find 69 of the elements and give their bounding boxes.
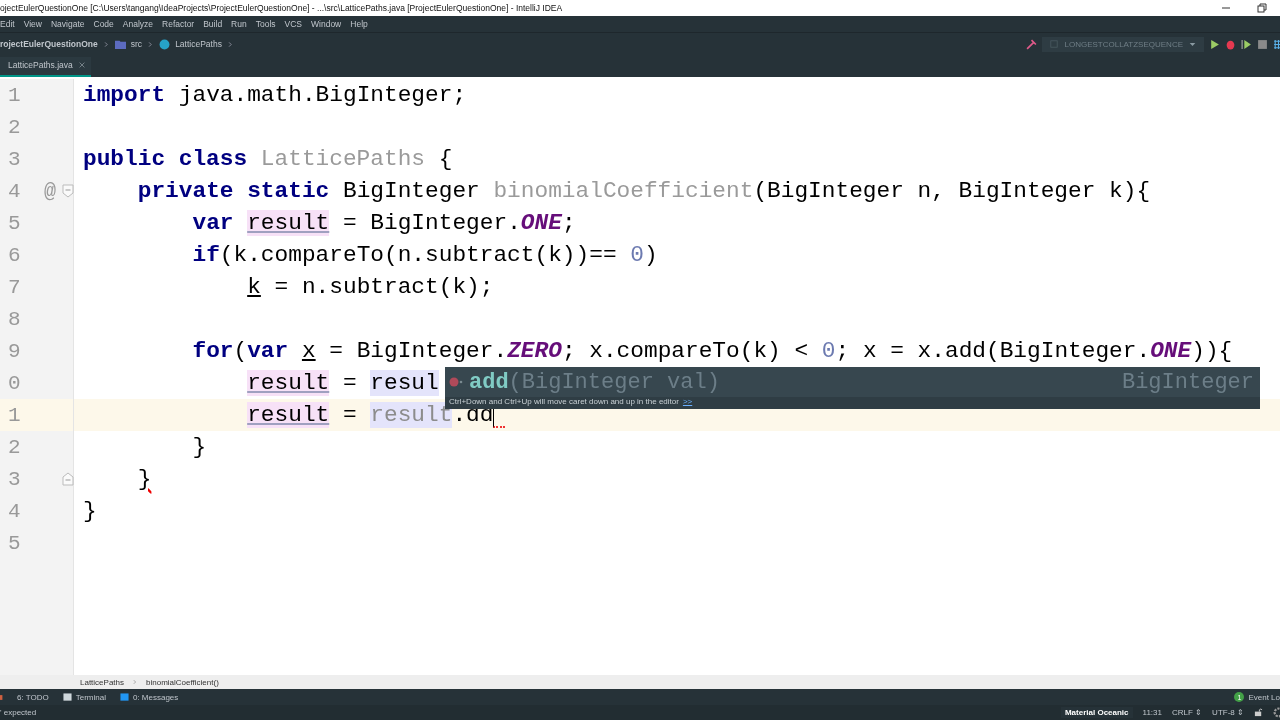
folder-crumb[interactable]: src bbox=[130, 39, 143, 49]
code-line: result = resul bbox=[246, 370, 439, 396]
line-number: 3 bbox=[7, 467, 22, 491]
code-line: public class LatticePaths { bbox=[82, 146, 453, 172]
menu-item[interactable]: Analyze bbox=[122, 19, 154, 29]
hint-link[interactable]: >> bbox=[682, 397, 693, 406]
caret-icon bbox=[1189, 40, 1196, 48]
theme-label[interactable]: Material Oceanic bbox=[1060, 707, 1133, 718]
line-number: 4 bbox=[7, 179, 22, 203]
line-number: 7 bbox=[7, 275, 22, 299]
terminal-icon bbox=[62, 692, 72, 702]
code-line: if(k.compareTo(n.subtract(k))== 0) bbox=[191, 242, 658, 268]
menu-item[interactable]: Navigate bbox=[50, 19, 85, 29]
code-line: import java.math.BigInteger; bbox=[82, 82, 467, 108]
line-number: 5 bbox=[7, 211, 22, 235]
message-icon bbox=[119, 692, 129, 702]
line-number: 3 bbox=[7, 147, 22, 171]
folder-icon bbox=[114, 38, 126, 50]
line-number: 9 bbox=[7, 339, 22, 363]
code-line: private static BigInteger binomialCoefficient(BigInteger n, BigInteger k){ bbox=[136, 178, 1151, 204]
tool-window-tab[interactable]: 0: Messages bbox=[119, 692, 179, 702]
menu-item[interactable]: Edit bbox=[0, 19, 15, 29]
menu-item[interactable]: Run bbox=[231, 19, 247, 29]
caret-position[interactable]: 11:31 bbox=[1142, 708, 1162, 717]
line-separator[interactable]: CRLF ⇕ bbox=[1172, 708, 1203, 717]
breadcrumb[interactable]: binomialCoefficient() bbox=[146, 677, 219, 687]
completion-item[interactable]: add(BigInteger val) BigInteger bbox=[445, 367, 1260, 397]
tool-window-tab[interactable]: 6: TODO bbox=[17, 692, 49, 702]
menu-item[interactable]: VCS bbox=[284, 19, 303, 29]
window-title: ojectEulerQuestionOne [C:\Users\tangang\IdeaProjects\ProjectEulerQuestionOne] - ...\src\LatticePaths.java [ProjectEulerQuestionOne] - IntelliJ IDEA bbox=[0, 3, 564, 13]
menu-item[interactable]: Help bbox=[350, 19, 368, 29]
code-line: for(var x = BigInteger.ZERO; x.compareTo(k) < 0; x = x.add(BigInteger.ONE)){ bbox=[191, 338, 1233, 364]
line-number: 1 bbox=[7, 403, 22, 427]
line-number: 1 bbox=[7, 83, 22, 107]
code-line: } bbox=[191, 434, 207, 460]
code-line: k = n.subtract(k); bbox=[246, 274, 494, 300]
menu-item[interactable]: Build bbox=[203, 19, 223, 29]
line-number: 6 bbox=[7, 243, 22, 267]
hammer-icon[interactable] bbox=[1026, 38, 1038, 50]
line-number: 8 bbox=[7, 307, 22, 331]
breadcrumb[interactable]: LatticePaths bbox=[80, 677, 125, 687]
line-number: 5 bbox=[7, 531, 22, 555]
tool-window-tab[interactable]: Terminal bbox=[62, 692, 106, 702]
line-number: 4 bbox=[7, 499, 22, 523]
lock-icon[interactable] bbox=[1254, 707, 1263, 718]
class-crumb[interactable]: LatticePaths bbox=[175, 39, 222, 49]
status-message: ' expected bbox=[0, 708, 37, 717]
menu-item[interactable]: Refactor bbox=[162, 19, 195, 29]
menu-item[interactable]: Code bbox=[93, 19, 114, 29]
restore-icon[interactable] bbox=[1257, 3, 1267, 13]
method-icon bbox=[449, 376, 463, 388]
chevron-icon bbox=[132, 678, 139, 686]
menu-item[interactable]: Tools bbox=[255, 19, 276, 29]
line-number: 2 bbox=[7, 435, 22, 459]
stop-icon[interactable] bbox=[1257, 38, 1268, 50]
close-icon[interactable] bbox=[78, 62, 85, 68]
coverage-icon[interactable] bbox=[1241, 38, 1252, 50]
completion-hint: Ctrl+Down and Ctrl+Up will move caret down and up in the editor bbox=[449, 397, 679, 406]
menu-item[interactable]: Window bbox=[311, 19, 342, 29]
code-line: } bbox=[136, 466, 152, 492]
code-line: var result = BigInteger.ONE; bbox=[191, 210, 576, 236]
line-number: 0 bbox=[7, 371, 22, 395]
project-crumb[interactable]: rojectEulerQuestionOne bbox=[0, 39, 98, 49]
code-line: } bbox=[82, 498, 97, 524]
menu-item[interactable]: View bbox=[23, 19, 42, 29]
encoding[interactable]: UTF-8 ⇕ bbox=[1212, 708, 1244, 717]
line-number: 2 bbox=[7, 115, 22, 139]
run-icon[interactable] bbox=[1209, 38, 1220, 50]
editor-tab[interactable]: LatticePaths.java bbox=[0, 57, 91, 77]
